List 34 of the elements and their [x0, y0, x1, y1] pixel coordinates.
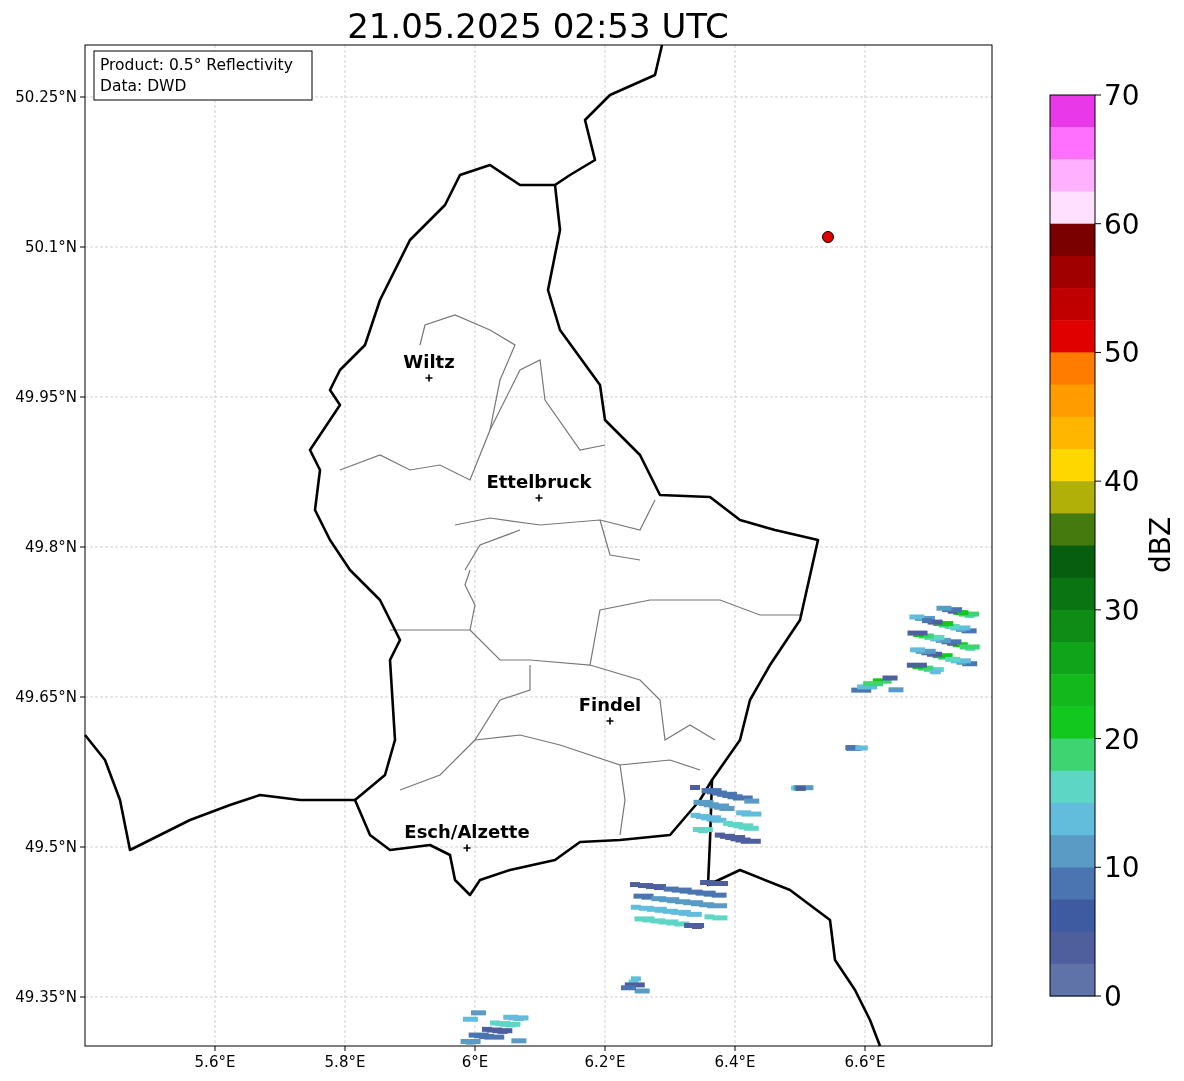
longitude-tick-label: 6.2°E	[584, 1053, 626, 1071]
colorbar-label: dBZ	[1144, 516, 1177, 574]
info-text: Data: DWD	[100, 77, 187, 95]
colorbar-tick-label: 20	[1104, 722, 1140, 756]
info-text: Product: 0.5° Reflectivity	[100, 56, 293, 74]
longitude-tick-label: 6°E	[461, 1053, 489, 1071]
latitude-tick-label: 49.8°N	[24, 538, 77, 556]
colorbar-tick-label: 60	[1104, 207, 1140, 241]
colorbar-tick-label: 50	[1104, 336, 1140, 370]
city-label: Findel	[578, 694, 642, 715]
longitude-tick-label: 6.4°E	[714, 1053, 756, 1071]
colorbar-tick-label: 40	[1104, 465, 1140, 499]
city-marker-icon	[534, 493, 544, 503]
city-marker-icon	[605, 716, 615, 726]
latitude-tick-label: 50.25°N	[15, 88, 77, 106]
latitude-tick-label: 49.65°N	[15, 688, 77, 706]
city-label: Ettelbruck	[486, 471, 592, 492]
longitude-tick-label: 6.6°E	[844, 1053, 886, 1071]
city-marker-icon	[462, 843, 472, 853]
latitude-tick-label: 49.35°N	[15, 988, 77, 1006]
radar-site-marker	[822, 231, 834, 243]
latitude-tick-label: 49.5°N	[24, 838, 77, 856]
colorbar-tick-label: 0	[1104, 980, 1122, 1013]
city-marker-icon	[424, 373, 434, 383]
colorbar-tick-label: 10	[1104, 851, 1140, 885]
colorbar-tick-label: 30	[1104, 593, 1140, 627]
city-label: Wiltz	[403, 351, 455, 372]
colorbar-tick-label: 70	[1104, 79, 1140, 112]
longitude-tick-label: 5.6°E	[194, 1053, 236, 1071]
city-label: Esch/Alzette	[404, 821, 530, 842]
chart-title: 21.05.2025 02:53 UTC	[347, 6, 729, 46]
latitude-tick-label: 49.95°N	[15, 388, 77, 406]
latitude-tick-label: 50.1°N	[24, 238, 77, 256]
longitude-tick-label: 5.8°E	[324, 1053, 366, 1071]
